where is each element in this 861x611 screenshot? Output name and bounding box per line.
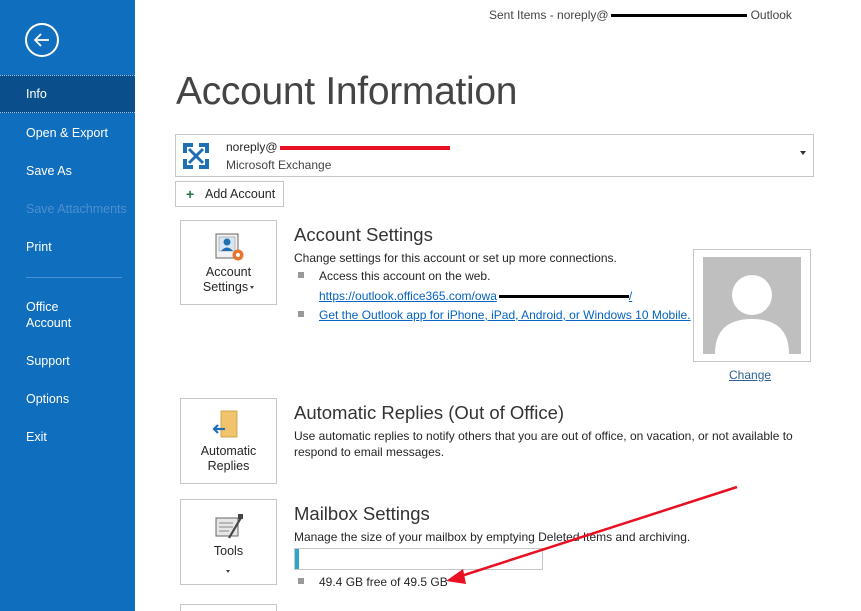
mailbox-usage-fill <box>295 549 299 569</box>
account-selector[interactable]: noreply@ Microsoft Exchange <box>175 134 814 177</box>
automatic-replies-tile-label: Automatic Replies <box>200 444 257 473</box>
back-button[interactable] <box>25 23 59 57</box>
mailbox-settings-title: Mailbox Settings <box>294 503 430 524</box>
automatic-replies-desc: Use automatic replies to notify others t… <box>294 429 793 459</box>
account-settings-title: Account Settings <box>294 224 433 245</box>
mailbox-usage-bar <box>294 548 543 570</box>
arrow-left-icon <box>33 33 49 47</box>
redaction-bar <box>498 295 629 299</box>
owa-link-suffix: / <box>628 289 633 303</box>
backstage-sidebar: Info Open & Export Save As Save Attachme… <box>0 0 135 611</box>
next-tile-partial[interactable] <box>180 604 277 611</box>
nav-item-save-as[interactable]: Save As <box>0 163 135 179</box>
tools-button[interactable]: Tools <box>180 499 277 585</box>
redaction-line <box>279 145 450 150</box>
account-type: Microsoft Exchange <box>226 158 332 172</box>
automatic-replies-button[interactable]: Automatic Replies <box>180 398 277 484</box>
profile-photo-frame <box>693 249 811 362</box>
person-placeholder-icon <box>715 275 789 354</box>
mailbox-usage-text: 49.4 GB free of 49.5 GB <box>319 575 448 589</box>
window-title-suffix: Outlook <box>750 8 792 22</box>
get-outlook-app-link[interactable]: Get the Outlook app for iPhone, iPad, An… <box>319 308 691 322</box>
account-email-prefix: noreply@ <box>226 140 278 154</box>
add-account-button[interactable]: + Add Account <box>175 181 284 207</box>
account-email: noreply@ <box>226 140 450 154</box>
bullet-icon <box>298 311 304 317</box>
nav-item-open-export[interactable]: Open & Export <box>0 125 135 141</box>
account-settings-button[interactable]: Account Settings <box>180 220 277 305</box>
redaction-bar <box>610 14 747 18</box>
page-title: Account Information <box>176 70 518 113</box>
window-title-prefix: Sent Items - noreply@ <box>489 8 609 22</box>
bullet-icon <box>298 578 304 584</box>
automatic-replies-title: Automatic Replies (Out of Office) <box>294 402 565 423</box>
owa-link-row: https://outlook.office365.com/owa / <box>319 289 632 303</box>
nav-item-options[interactable]: Options <box>0 391 135 407</box>
exchange-icon <box>183 143 209 169</box>
automatic-replies-icon <box>212 410 238 438</box>
owa-link-text: https://outlook.office365.com/owa <box>319 289 497 303</box>
nav-item-support[interactable]: Support <box>0 353 135 369</box>
window-title: Sent Items - noreply@ Outlook <box>489 8 792 22</box>
nav-item-exit[interactable]: Exit <box>0 429 135 445</box>
change-photo-link[interactable]: Change <box>729 368 771 382</box>
mailbox-settings-desc: Manage the size of your mailbox by empty… <box>294 530 691 544</box>
access-web-text: Access this account on the web. <box>319 269 491 283</box>
nav-item-save-attachments: Save Attachments <box>26 202 127 216</box>
nav-item-info[interactable]: Info <box>0 75 135 113</box>
tools-tile-label: Tools <box>213 544 244 558</box>
nav-item-office-account[interactable]: Office Account <box>0 299 135 331</box>
owa-link[interactable]: https://outlook.office365.com/owa / <box>319 289 632 303</box>
caret-down-icon <box>250 286 255 290</box>
account-settings-tile-label: Account Settings <box>181 265 276 295</box>
bullet-icon <box>298 272 304 278</box>
account-settings-tile-text: Account Settings <box>202 265 252 294</box>
caret-down-icon <box>226 564 230 578</box>
tools-icon <box>215 514 243 539</box>
account-settings-icon <box>215 233 244 261</box>
avatar <box>703 257 801 354</box>
plus-icon: + <box>186 186 195 202</box>
add-account-label: Add Account <box>205 187 276 201</box>
nav-divider <box>26 277 122 278</box>
nav-item-print[interactable]: Print <box>0 239 135 255</box>
chevron-down-icon <box>800 151 806 155</box>
